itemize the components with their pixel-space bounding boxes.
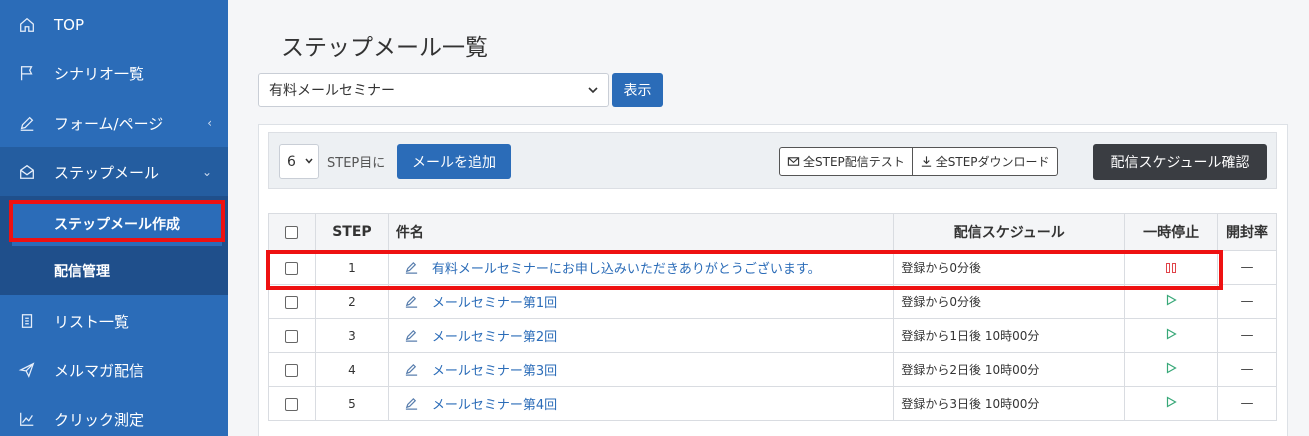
scenario-select-value: 有料メールセミナー	[269, 83, 395, 99]
row-step: 1	[314, 250, 389, 285]
select-all-cell	[268, 213, 316, 251]
row-schedule: 登録から0分後	[901, 261, 982, 275]
show-button[interactable]: 表示	[612, 73, 663, 107]
row-checkbox[interactable]	[285, 261, 299, 275]
list-icon	[17, 311, 37, 331]
nav-click-tracking-label: クリック測定	[54, 410, 145, 429]
mail-subject-link[interactable]: メールセミナー第4回	[432, 394, 557, 413]
row-schedule: 登録から2日後 10時00分	[901, 363, 1040, 377]
header-step: STEP	[314, 213, 389, 251]
nav-scenario-list-label: シナリオ一覧	[54, 64, 145, 83]
nav-top[interactable]: TOP	[0, 0, 228, 50]
nav-list-label: リスト一覧	[54, 312, 130, 331]
nav-magazine[interactable]: メルマガ配信	[0, 345, 228, 395]
edit-icon[interactable]	[404, 328, 419, 343]
download-icon	[921, 156, 931, 167]
table-row: 4 メールセミナー第3回 登録から2日後 10時00分 —	[268, 352, 1277, 387]
step-mail-table: STEP 件名 配信スケジュール 一時停止 開封率 1 有料メールセミナーにお申…	[268, 213, 1277, 421]
row-open-rate: —	[1240, 362, 1254, 377]
row-checkbox[interactable]	[285, 329, 299, 343]
table-row: 1 有料メールセミナーにお申し込みいただきありがとうございます。 登録から0分後…	[268, 250, 1277, 285]
chevron-down-icon: ⌄	[201, 165, 212, 179]
mail-subject-link[interactable]: メールセミナー第1回	[432, 292, 557, 311]
table-row: 5 メールセミナー第4回 登録から3日後 10時00分 —	[268, 386, 1277, 421]
row-checkbox[interactable]	[285, 295, 299, 309]
highlight-box-sidebar	[9, 200, 225, 242]
step-label: STEP目に	[327, 156, 386, 171]
nav-click-tracking[interactable]: クリック測定	[0, 394, 228, 436]
play-icon[interactable]	[1166, 396, 1177, 411]
header-schedule: 配信スケジュール	[893, 213, 1126, 251]
header-name: 件名	[387, 213, 895, 251]
pen-icon	[17, 113, 37, 133]
edit-icon[interactable]	[404, 294, 419, 309]
subnav-delivery-management[interactable]: 配信管理	[0, 248, 228, 293]
nav-form-page-label: フォーム/ページ	[54, 114, 164, 133]
mail-subject-link[interactable]: メールセミナー第3回	[432, 360, 557, 379]
nav-scenario-list[interactable]: シナリオ一覧	[0, 48, 228, 98]
nav-step-mail-label: ステップメール	[54, 163, 160, 182]
edit-icon[interactable]	[404, 396, 419, 411]
chart-icon	[17, 409, 37, 429]
add-mail-button[interactable]: メールを追加	[397, 144, 511, 179]
envelope-icon	[787, 157, 800, 166]
nav-form-page[interactable]: フォーム/ページ ‹	[0, 98, 228, 148]
table-row: 2 メールセミナー第1回 登録から0分後 —	[268, 284, 1277, 319]
scenario-select[interactable]: 有料メールセミナー	[258, 73, 609, 107]
row-step: 2	[314, 284, 389, 319]
header-pause: 一時停止	[1124, 213, 1219, 251]
flag-icon	[17, 63, 37, 83]
row-checkbox[interactable]	[285, 397, 299, 411]
envelope-open-icon	[17, 162, 37, 182]
nav-top-label: TOP	[54, 16, 85, 34]
table-header: STEP 件名 配信スケジュール 一時停止 開封率	[268, 213, 1277, 251]
chevron-down-icon	[588, 87, 598, 94]
step-number-value: 6	[287, 153, 296, 170]
row-schedule: 登録から3日後 10時00分	[901, 397, 1040, 411]
mail-subject-link[interactable]: 有料メールセミナーにお申し込みいただきありがとうございます。	[432, 258, 821, 277]
play-icon[interactable]	[1166, 328, 1177, 343]
sidebar: TOP シナリオ一覧 フォーム/ページ ‹ ステップメール ⌄ ステップメール作…	[0, 0, 228, 436]
header-open-rate: 開封率	[1217, 213, 1277, 251]
row-schedule: 登録から1日後 10時00分	[901, 329, 1040, 343]
select-all-checkbox[interactable]	[285, 225, 299, 239]
row-step: 4	[314, 352, 389, 387]
all-step-test-button[interactable]: 全STEP配信テスト	[780, 148, 912, 175]
row-checkbox[interactable]	[285, 363, 299, 377]
subnav-delivery-management-label: 配信管理	[54, 263, 110, 280]
all-step-download-label: 全STEPダウンロード	[935, 155, 1050, 169]
all-step-download-button[interactable]: 全STEPダウンロード	[911, 148, 1057, 175]
edit-icon[interactable]	[404, 362, 419, 377]
row-schedule: 登録から0分後	[901, 295, 982, 309]
schedule-confirm-button[interactable]: 配信スケジュール確認	[1093, 144, 1267, 180]
send-icon	[17, 360, 37, 380]
nav-step-mail[interactable]: ステップメール ⌄	[0, 147, 228, 197]
row-open-rate: —	[1240, 294, 1254, 309]
row-step: 3	[314, 318, 389, 353]
step-actions-group: 全STEP配信テスト 全STEPダウンロード	[779, 147, 1058, 176]
row-open-rate: —	[1240, 396, 1254, 411]
mail-subject-link[interactable]: メールセミナー第2回	[432, 326, 557, 345]
row-step: 5	[314, 386, 389, 421]
edit-icon[interactable]	[404, 260, 419, 275]
table-row: 3 メールセミナー第2回 登録から1日後 10時00分 —	[268, 318, 1277, 353]
step-number-select[interactable]: 6	[279, 144, 319, 179]
home-icon	[17, 15, 37, 35]
play-icon[interactable]	[1166, 362, 1177, 377]
pause-icon[interactable]	[1166, 263, 1177, 273]
all-step-test-label: 全STEP配信テスト	[803, 155, 905, 169]
play-icon[interactable]	[1166, 294, 1177, 309]
page-title: ステップメール一覧	[281, 35, 488, 61]
row-open-rate: —	[1240, 260, 1254, 275]
chevron-down-icon	[305, 158, 313, 164]
nav-list[interactable]: リスト一覧	[0, 296, 228, 346]
row-open-rate: —	[1240, 328, 1254, 343]
nav-magazine-label: メルマガ配信	[54, 361, 145, 380]
chevron-left-icon: ‹	[207, 116, 212, 130]
